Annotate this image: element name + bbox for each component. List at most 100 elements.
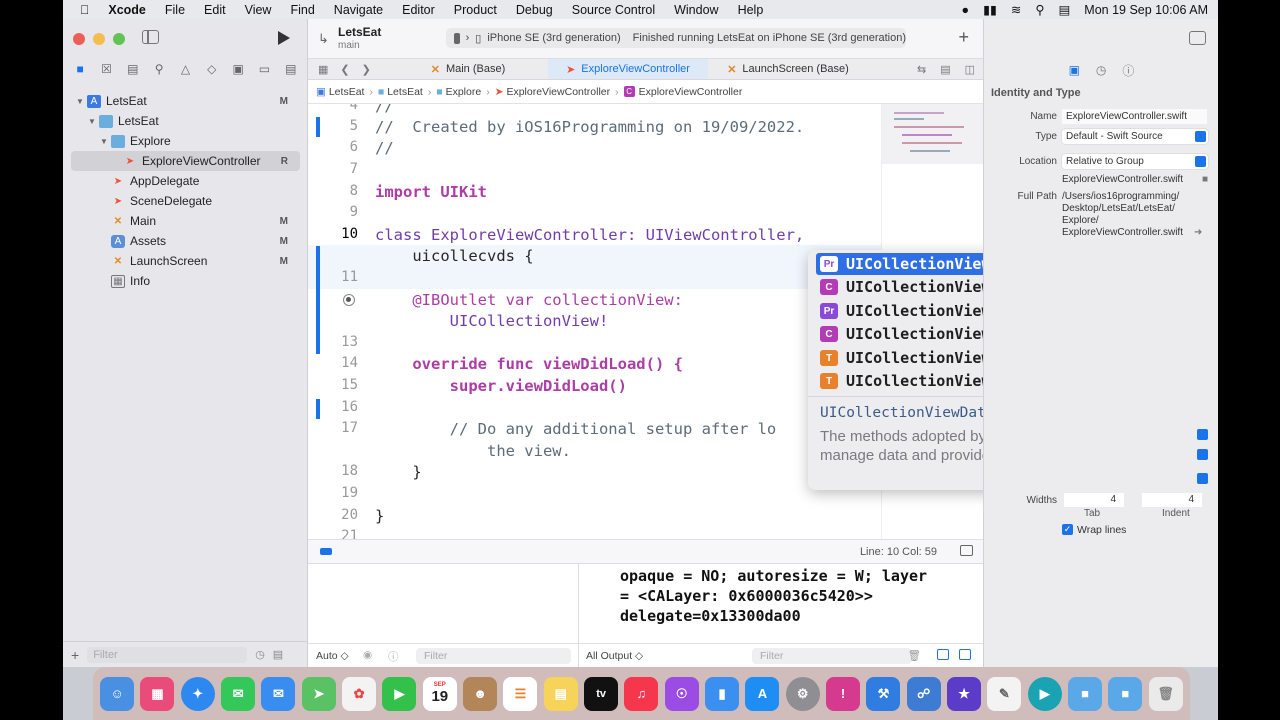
apple-tv-icon[interactable]: tv (584, 676, 619, 711)
podcasts-icon[interactable]: ☉ (664, 676, 699, 711)
variables-scope-select[interactable]: Auto ◇ (316, 650, 349, 662)
calendar-icon[interactable]: SEP 19 (422, 676, 457, 711)
editor-options-icon[interactable]: ▤ (940, 63, 950, 76)
indent-width-field[interactable]: 4 (1142, 493, 1202, 507)
notes-icon[interactable]: ▤ (543, 676, 578, 711)
debug-icon[interactable]: ▣ (229, 62, 247, 76)
contacts-icon[interactable]: ☻ (463, 676, 498, 711)
symbol-icon[interactable]: ▤ (124, 62, 142, 76)
tree-item-appdelegate[interactable]: ➤ AppDelegate (63, 171, 308, 191)
console-filter-input[interactable]: Filter (752, 648, 912, 664)
disclosure-icon[interactable]: ▼ (87, 117, 97, 126)
report-icon[interactable]: ▤ (282, 62, 300, 76)
tab-exploreviewcontroller[interactable]: ➤ ExploreViewController (548, 59, 708, 79)
outlet-connection-icon[interactable] (343, 294, 355, 306)
tree-item-launchscreen[interactable]: ✕ LaunchScreen M (63, 251, 308, 271)
console-view-toggle-icon[interactable] (959, 649, 971, 660)
grid-icon[interactable]: ▦ (318, 63, 328, 76)
back-icon[interactable]: ❮ (340, 63, 349, 76)
history-inspector-icon[interactable]: ◷ (1096, 63, 1106, 77)
spotlight-icon[interactable]: ⚲ (1035, 2, 1044, 17)
menu-debug[interactable]: Debug (516, 3, 553, 17)
menu-edit[interactable]: Edit (204, 3, 226, 17)
downloads-folder-icon[interactable]: ■ (1068, 676, 1103, 711)
xcode-icon[interactable]: ⚒ (866, 676, 901, 711)
imovie-icon[interactable]: ★ (947, 676, 982, 711)
quicktime-icon[interactable]: ▶ (1027, 676, 1062, 711)
menu-product[interactable]: Product (454, 3, 497, 17)
variables-view-toggle-icon[interactable] (937, 649, 949, 660)
keynote-icon[interactable]: ▮ (705, 676, 740, 711)
tree-item-group[interactable]: ▼ LetsEat (63, 111, 308, 131)
type-select[interactable]: Default - Swift Source (1062, 129, 1208, 144)
issue-icon[interactable]: △ (176, 62, 194, 76)
chevron-updown-icon[interactable] (1197, 449, 1208, 460)
simulator-icon[interactable]: ☍ (906, 676, 941, 711)
maps-icon[interactable]: ➤ (301, 676, 336, 711)
textedit-icon[interactable]: ✎ (987, 676, 1022, 711)
name-field[interactable]: ExploreViewController.swift (1062, 109, 1207, 124)
menu-find[interactable]: Find (290, 3, 314, 17)
minimize-window-button[interactable] (93, 33, 105, 45)
tree-item-exploreviewcontroller[interactable]: ➤ ExploreViewController R (71, 151, 300, 171)
menu-clock[interactable]: Mon 19 Sep 10:06 AM (1084, 3, 1208, 17)
console-output[interactable]: opaque = NO; autoresize = W; layer = <CA… (620, 566, 927, 626)
breakpoints-toggle-icon[interactable] (320, 548, 332, 555)
system-preferences-icon[interactable]: ⚙ (785, 676, 820, 711)
help-inspector-icon[interactable]: ⓘ (1122, 62, 1134, 79)
add-icon[interactable]: + (958, 27, 969, 48)
photos-icon[interactable]: ✿ (342, 676, 377, 711)
apple-icon[interactable]:  (80, 3, 89, 17)
menu-view[interactable]: View (245, 3, 272, 17)
reminders-icon[interactable]: ☰ (503, 676, 538, 711)
jump-item[interactable]: LetsEat (329, 86, 365, 98)
tree-item-info[interactable]: ▦ Info (63, 271, 308, 291)
tree-item-project[interactable]: ▼ A LetsEat M (63, 91, 308, 111)
add-icon[interactable]: + (71, 647, 79, 663)
reveal-arrow-icon[interactable]: ➜ (1194, 227, 1202, 238)
tab-width-field[interactable]: 4 (1064, 493, 1124, 507)
tree-item-assets[interactable]: A Assets M (63, 231, 308, 251)
recent-icon[interactable]: ◷ (255, 648, 265, 661)
chevron-updown-icon[interactable] (1197, 429, 1208, 440)
tab-launchscreen[interactable]: ✕ LaunchScreen (Base) (708, 59, 868, 79)
file-inspector-icon[interactable]: ▣ (1069, 63, 1080, 77)
folder-icon[interactable]: ■ (1202, 174, 1208, 185)
forward-icon[interactable]: ❯ (362, 63, 371, 76)
test-icon[interactable]: ◇ (203, 62, 221, 76)
jump-item[interactable]: ExploreViewController (506, 86, 610, 98)
menu-editor[interactable]: Editor (402, 3, 435, 17)
menu-app-name[interactable]: Xcode (108, 3, 146, 17)
music-icon[interactable]: ♫ (624, 676, 659, 711)
trash-icon[interactable]: 🗑 (1148, 676, 1183, 711)
menu-file[interactable]: File (165, 3, 185, 17)
menu-navigate[interactable]: Navigate (334, 3, 383, 17)
mail-icon[interactable]: ✉ (261, 676, 296, 711)
feedback-icon[interactable]: ! (826, 676, 861, 711)
run-destination[interactable]: iPhone SE (3rd generation) (487, 32, 620, 44)
close-window-button[interactable] (73, 33, 85, 45)
source-control-icon[interactable]: ☒ (97, 62, 115, 76)
scheme-icon[interactable] (454, 32, 460, 44)
inspector-toggle-icon[interactable] (1189, 31, 1206, 45)
chevron-updown-icon[interactable] (1197, 473, 1208, 484)
console-output-select[interactable]: All Output ◇ (586, 650, 643, 662)
source-editor[interactable]: 4 // 5 // Created by iOS16Programming on 1… (308, 104, 881, 554)
launchpad-icon[interactable]: ▦ (140, 676, 175, 711)
record-icon[interactable]: ● (962, 3, 970, 17)
run-icon[interactable] (278, 31, 290, 45)
documents-folder-icon[interactable]: ■ (1108, 676, 1143, 711)
variables-filter-input[interactable]: Filter (416, 648, 571, 664)
wrap-lines-checkbox[interactable]: ✓ (1062, 524, 1073, 535)
eye-icon[interactable]: ◉ (363, 649, 372, 661)
battery-icon[interactable]: ▮▮ (983, 2, 997, 17)
folder-icon[interactable]: ■ (71, 62, 89, 76)
tree-item-main[interactable]: ✕ Main M (63, 211, 308, 231)
zoom-window-button[interactable] (113, 33, 125, 45)
wifi-icon[interactable]: ≋ (1011, 2, 1021, 17)
split-editor-icon[interactable]: ◫ (965, 63, 975, 76)
find-icon[interactable]: ⚲ (150, 62, 168, 76)
safari-icon[interactable]: ✦ (180, 676, 215, 711)
trash-icon[interactable]: 🗑 (908, 649, 921, 662)
info-icon[interactable]: ⓘ (388, 649, 399, 664)
